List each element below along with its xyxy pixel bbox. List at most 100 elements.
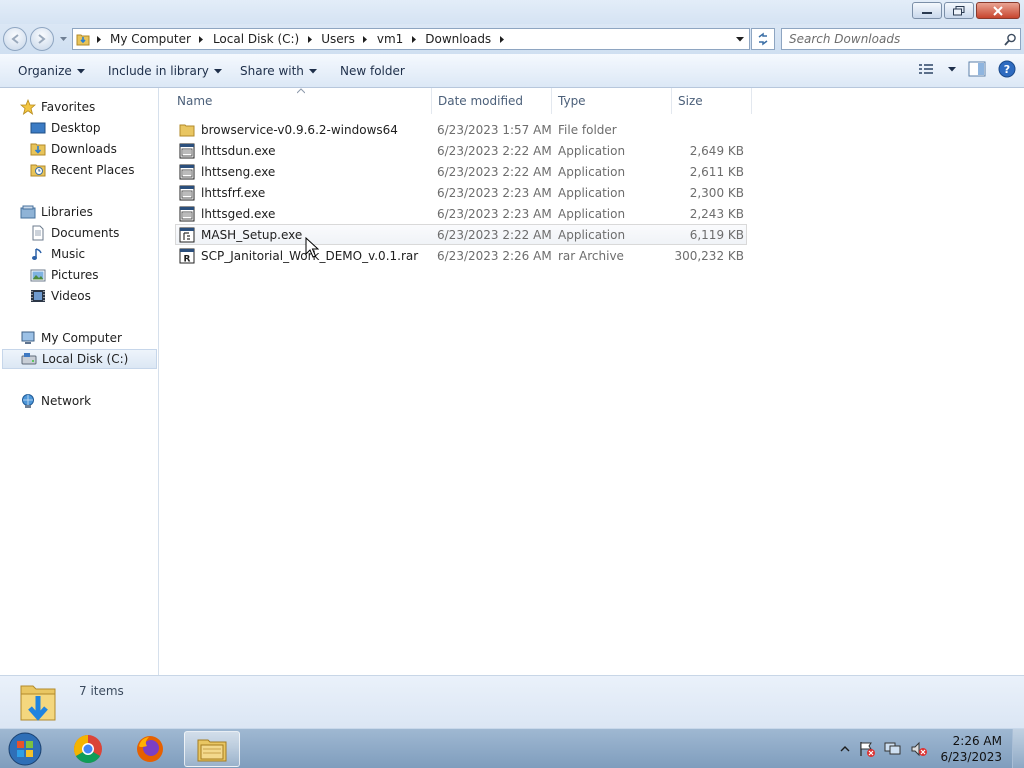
nav-desktop[interactable]: Desktop bbox=[30, 118, 101, 138]
column-name-label: Name bbox=[177, 94, 213, 108]
taskbar: 2:26 AM 6/23/2023 bbox=[0, 728, 1024, 768]
taskbar-chrome[interactable] bbox=[60, 731, 116, 767]
installer-icon bbox=[179, 227, 195, 243]
taskbar-firefox[interactable] bbox=[122, 731, 178, 767]
breadcrumb-separator[interactable] bbox=[196, 35, 208, 43]
column-header-size[interactable]: Size bbox=[671, 88, 752, 114]
nav-pictures-label: Pictures bbox=[51, 268, 99, 282]
restore-icon bbox=[953, 5, 965, 15]
nav-my-computer[interactable]: My Computer bbox=[20, 328, 122, 348]
taskbar-clock[interactable]: 2:26 AM 6/23/2023 bbox=[940, 733, 1002, 765]
nav-pictures[interactable]: Pictures bbox=[30, 265, 99, 285]
change-view-button[interactable] bbox=[918, 62, 936, 76]
star-icon bbox=[20, 99, 36, 115]
file-date: 6/23/2023 2:23 AM bbox=[437, 185, 552, 200]
file-row[interactable]: lhttsdun.exe 6/23/2023 2:22 AM Applicati… bbox=[175, 140, 747, 161]
documents-icon bbox=[30, 225, 46, 241]
share-with-button[interactable]: Share with bbox=[240, 54, 317, 88]
nav-videos-label: Videos bbox=[51, 289, 91, 303]
start-button[interactable] bbox=[5, 731, 45, 767]
file-name: MASH_Setup.exe bbox=[201, 227, 303, 242]
nav-local-disk[interactable]: Local Disk (C:) bbox=[2, 349, 157, 369]
file-date: 6/23/2023 2:22 AM bbox=[437, 143, 552, 158]
back-button[interactable] bbox=[3, 27, 27, 51]
close-button[interactable] bbox=[976, 2, 1020, 19]
column-date-label: Date modified bbox=[438, 94, 524, 108]
clock-date: 6/23/2023 bbox=[940, 750, 1002, 764]
restore-button[interactable] bbox=[944, 2, 974, 19]
breadcrumb-vm1[interactable]: vm1 bbox=[372, 32, 408, 46]
nav-network[interactable]: Network bbox=[20, 391, 91, 411]
taskbar-explorer[interactable] bbox=[184, 731, 240, 767]
view-options-dropdown[interactable] bbox=[948, 66, 956, 72]
nav-favorites-label: Favorites bbox=[41, 100, 96, 114]
organize-label: Organize bbox=[18, 64, 72, 78]
file-name-cell: lhttsdun.exe bbox=[176, 141, 276, 160]
search-icon[interactable] bbox=[1000, 33, 1020, 46]
search-box[interactable] bbox=[781, 28, 1021, 50]
title-bar bbox=[0, 0, 1024, 24]
volume-muted-icon[interactable] bbox=[910, 741, 928, 757]
file-name: lhttsfrf.exe bbox=[201, 185, 266, 200]
breadcrumb-local-disk[interactable]: Local Disk (C:) bbox=[208, 32, 304, 46]
nav-my-computer-label: My Computer bbox=[41, 331, 122, 345]
breadcrumb-separator[interactable] bbox=[304, 35, 316, 43]
file-row[interactable]: R SCP_Janitorial_Work_DEMO_v.0.1.rar 6/2… bbox=[175, 245, 747, 266]
address-bar[interactable]: My Computer Local Disk (C:) Users vm1 Do… bbox=[72, 28, 750, 50]
nav-music-label: Music bbox=[51, 247, 86, 261]
organize-button[interactable]: Organize bbox=[18, 54, 85, 88]
file-name-cell: lhttseng.exe bbox=[176, 162, 275, 181]
file-type: Application bbox=[558, 206, 626, 221]
nav-music[interactable]: Music bbox=[30, 244, 85, 264]
action-center-flag-icon[interactable] bbox=[858, 741, 876, 757]
column-header-date-modified[interactable]: Date modified bbox=[431, 88, 552, 114]
address-history-dropdown[interactable] bbox=[731, 29, 749, 49]
breadcrumb-separator[interactable] bbox=[496, 35, 508, 43]
refresh-button[interactable] bbox=[751, 28, 775, 50]
column-header-type[interactable]: Type bbox=[551, 88, 672, 114]
forward-arrow-icon bbox=[38, 34, 46, 44]
exe-icon bbox=[179, 185, 195, 201]
nav-recent-places[interactable]: Recent Places bbox=[30, 160, 134, 180]
file-row[interactable]: browservice-v0.9.6.2-windows64 6/23/2023… bbox=[175, 119, 747, 140]
breadcrumb-separator[interactable] bbox=[93, 35, 105, 43]
nav-recent-places-label: Recent Places bbox=[51, 163, 135, 177]
breadcrumb-users[interactable]: Users bbox=[316, 32, 360, 46]
explorer-icon bbox=[197, 739, 227, 762]
network-status-icon[interactable] bbox=[884, 741, 902, 757]
pictures-icon bbox=[30, 267, 46, 283]
recent-pages-dropdown[interactable] bbox=[58, 32, 68, 46]
breadcrumb-separator[interactable] bbox=[360, 35, 372, 43]
nav-favorites[interactable]: Favorites bbox=[20, 97, 95, 117]
new-folder-button[interactable]: New folder bbox=[340, 54, 405, 88]
help-button[interactable]: ? bbox=[998, 60, 1016, 78]
music-icon bbox=[30, 246, 46, 262]
file-date: 6/23/2023 2:22 AM bbox=[437, 164, 552, 179]
forward-button[interactable] bbox=[30, 27, 54, 51]
nav-libraries[interactable]: Libraries bbox=[20, 202, 93, 222]
nav-desktop-label: Desktop bbox=[51, 121, 101, 135]
file-size: 2,243 KB bbox=[689, 206, 744, 221]
minimize-icon bbox=[922, 11, 932, 14]
libraries-icon bbox=[20, 204, 36, 220]
file-row[interactable]: lhttsged.exe 6/23/2023 2:23 AM Applicati… bbox=[175, 203, 747, 224]
show-hidden-icons-icon[interactable] bbox=[840, 745, 850, 753]
nav-videos[interactable]: Videos bbox=[30, 286, 91, 306]
clock-time: 2:26 AM bbox=[952, 734, 1002, 748]
include-in-library-button[interactable]: Include in library bbox=[108, 54, 222, 88]
breadcrumb-my-computer[interactable]: My Computer bbox=[105, 32, 196, 46]
search-input[interactable] bbox=[782, 32, 1000, 46]
include-in-library-label: Include in library bbox=[108, 64, 209, 78]
nav-documents[interactable]: Documents bbox=[30, 223, 119, 243]
minimize-button[interactable] bbox=[912, 2, 942, 19]
breadcrumb-downloads[interactable]: Downloads bbox=[420, 32, 496, 46]
file-row[interactable]: lhttseng.exe 6/23/2023 2:22 AM Applicati… bbox=[175, 161, 747, 182]
nav-downloads-label: Downloads bbox=[51, 142, 117, 156]
file-row[interactable]: lhttsfrf.exe 6/23/2023 2:23 AM Applicati… bbox=[175, 182, 747, 203]
chevron-down-icon bbox=[736, 36, 744, 41]
file-row[interactable]: MASH_Setup.exe 6/23/2023 2:22 AM Applica… bbox=[175, 224, 747, 245]
breadcrumb-separator[interactable] bbox=[408, 35, 420, 43]
nav-downloads[interactable]: Downloads bbox=[30, 139, 117, 159]
preview-pane-button[interactable] bbox=[968, 61, 986, 77]
show-desktop-button[interactable] bbox=[1012, 729, 1024, 768]
